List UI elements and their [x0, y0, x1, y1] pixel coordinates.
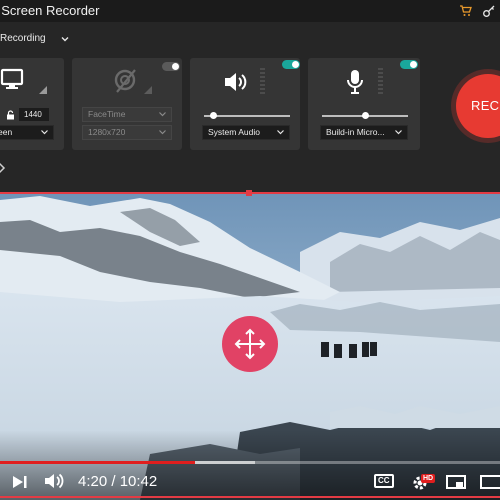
expand-corner-icon	[39, 86, 47, 94]
chevron-down-icon	[395, 130, 402, 135]
record-button[interactable]: REC	[456, 74, 500, 138]
play-next-icon[interactable]	[12, 474, 28, 490]
lock-icon[interactable]	[6, 110, 15, 120]
cart-icon[interactable]	[459, 4, 473, 18]
expand-corner-icon	[144, 86, 152, 94]
camera-select-value: FaceTime	[88, 109, 126, 119]
webcam-toggle[interactable]	[162, 62, 180, 71]
app-title: t Screen Recorder	[0, 3, 100, 18]
mic-level-meter	[378, 68, 383, 96]
miniplayer-icon[interactable]	[446, 475, 466, 489]
system-audio-toggle[interactable]	[282, 60, 300, 69]
mic-volume-knob[interactable]	[362, 112, 369, 119]
recorder-window: t Screen Recorder Recording 1440 en Face…	[0, 0, 500, 192]
microphone-panel: Build-in Micro...	[308, 58, 420, 150]
audio-level-meter	[260, 68, 265, 96]
screen-source-value: een	[0, 127, 13, 137]
camera-resolution-select[interactable]: 1280x720	[82, 125, 172, 140]
chevron-down-icon	[277, 130, 284, 135]
monitor-icon[interactable]	[0, 68, 26, 90]
chevron-down-icon	[41, 130, 48, 135]
screen-source-select[interactable]: een	[0, 125, 54, 140]
title-bar: t Screen Recorder	[0, 0, 500, 22]
system-audio-select[interactable]: System Audio	[202, 125, 290, 140]
chevron-down-icon	[159, 130, 166, 135]
microphone-select[interactable]: Build-in Micro...	[320, 125, 408, 140]
record-button-label: REC	[471, 98, 500, 113]
move-region-button[interactable]	[222, 316, 278, 372]
system-volume-knob[interactable]	[209, 112, 217, 119]
cc-label: CC	[378, 476, 390, 485]
height-input[interactable]: 1440	[19, 108, 49, 121]
playback-time: 4:20 / 10:42	[78, 473, 158, 490]
cc-icon[interactable]: CC	[374, 474, 394, 488]
theater-icon[interactable]	[480, 475, 500, 489]
move-icon	[234, 328, 266, 360]
chevron-down-icon	[61, 37, 69, 42]
system-audio-panel: System Audio	[190, 58, 300, 150]
recording-area-resize-handle[interactable]	[246, 190, 252, 196]
camera-select[interactable]: FaceTime	[82, 107, 172, 122]
system-audio-value: System Audio	[208, 127, 260, 137]
webcam-off-icon[interactable]	[112, 68, 140, 94]
webcam-panel: FaceTime 1280x720	[72, 58, 182, 150]
key-icon[interactable]	[482, 4, 496, 18]
settings-icon[interactable]	[0, 160, 8, 176]
microphone-icon[interactable]	[344, 68, 366, 96]
chevron-down-icon	[159, 112, 166, 117]
volume-icon[interactable]	[44, 472, 64, 490]
speaker-icon[interactable]	[223, 70, 251, 94]
microphone-toggle[interactable]	[400, 60, 418, 69]
progress-buffer	[195, 461, 255, 464]
microphone-value: Build-in Micro...	[326, 127, 385, 137]
screen-panel: 1440 een	[0, 58, 64, 150]
mode-label: Recording	[0, 33, 46, 44]
hd-badge: HD	[421, 474, 436, 483]
system-volume-slider[interactable]	[204, 115, 290, 117]
recording-area-bottom-border	[0, 496, 500, 498]
progress-played	[0, 461, 195, 464]
camera-resolution-value: 1280x720	[88, 127, 126, 137]
